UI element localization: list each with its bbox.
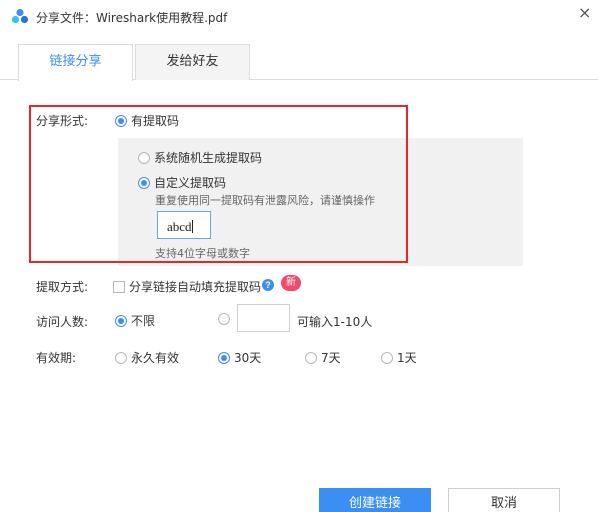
validity-label: 有效期:: [36, 351, 77, 365]
option-30-days[interactable]: 30天: [218, 349, 261, 366]
close-icon[interactable]: ×: [578, 3, 591, 22]
autofill-code-checkbox[interactable]: [113, 281, 125, 293]
radio-permanent[interactable]: [115, 352, 127, 364]
option-30-days-label: 30天: [234, 351, 262, 365]
tab-link-share[interactable]: 链接分享: [18, 44, 133, 81]
cancel-button[interactable]: 取消: [448, 488, 560, 512]
option-custom-count[interactable]: [218, 312, 234, 326]
option-permanent-label: 永久有效: [131, 351, 180, 365]
highlight-frame: [29, 105, 408, 263]
option-1-day-label: 1天: [397, 351, 417, 365]
window-title: 分享文件：Wireshark使用教程.pdf: [36, 11, 228, 25]
autofill-code-option[interactable]: 分享链接自动填充提取码: [113, 278, 261, 295]
tab-send-to-friend[interactable]: 发给好友: [135, 44, 250, 80]
option-unlimited[interactable]: 不限: [115, 312, 155, 329]
share-app-icon: [11, 8, 29, 24]
extract-method-label: 提取方式:: [36, 280, 89, 294]
help-icon[interactable]: ?: [262, 279, 274, 291]
title-bar: 分享文件：Wireshark使用教程.pdf ×: [0, 0, 598, 32]
radio-30-days[interactable]: [218, 352, 230, 364]
radio-1-day[interactable]: [381, 352, 393, 364]
option-1-day[interactable]: 1天: [381, 349, 417, 366]
tab-bar: 链接分享 发给好友: [0, 40, 598, 81]
visitors-label: 访问人数:: [36, 315, 89, 329]
option-unlimited-label: 不限: [131, 314, 156, 328]
option-7-days-label: 7天: [321, 351, 341, 365]
option-permanent[interactable]: 永久有效: [115, 349, 179, 366]
create-link-button[interactable]: 创建链接: [319, 488, 431, 512]
autofill-code-label: 分享链接自动填充提取码: [129, 280, 262, 294]
radio-7-days[interactable]: [305, 352, 317, 364]
new-badge: 新: [281, 275, 301, 291]
radio-unlimited[interactable]: [115, 315, 127, 327]
visitor-count-input[interactable]: [237, 304, 290, 332]
radio-custom-count[interactable]: [218, 313, 230, 325]
visitor-count-hint: 可输入1-10人: [297, 315, 373, 329]
option-7-days[interactable]: 7天: [305, 349, 341, 366]
